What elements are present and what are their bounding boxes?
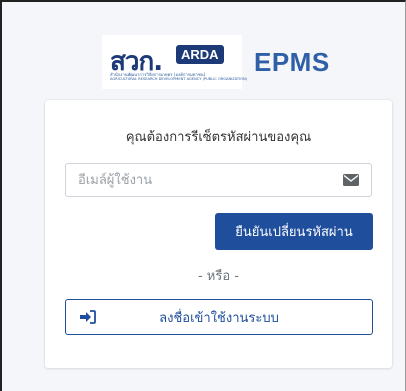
- logo-badge: ARDA: [176, 45, 224, 64]
- email-field[interactable]: [66, 164, 343, 196]
- sign-in-icon: [80, 310, 96, 324]
- sign-in-label: ลงชื่อเข้าใช้งานระบบ: [159, 310, 279, 326]
- reset-password-card: คุณต้องการรีเซ็ตรหัสผ่านของคุณ ยืนยันเปล…: [45, 100, 392, 368]
- envelope-icon: [343, 174, 359, 186]
- page-frame: สวก. ARDA สำนักงานพัฒนาการวิจัยการเกษตร …: [0, 0, 406, 391]
- logo-subtitle-english: AGRICULTURAL RESEARCH DEVELOPMENT AGENCY…: [110, 77, 248, 81]
- header: สวก. ARDA สำนักงานพัฒนาการวิจัยการเกษตร …: [102, 35, 330, 89]
- sign-in-button[interactable]: ลงชื่อเข้าใช้งานระบบ: [65, 299, 373, 335]
- email-field-wrapper: [65, 163, 372, 197]
- or-divider: - หรือ -: [197, 269, 239, 284]
- confirm-reset-button[interactable]: ยืนยันเปลี่ยนรหัสผ่าน: [215, 213, 373, 250]
- reset-prompt: คุณต้องการรีเซ็ตรหัสผ่านของคุณ: [125, 130, 312, 145]
- arda-logo: สวก. ARDA สำนักงานพัฒนาการวิจัยการเกษตร …: [102, 35, 247, 89]
- app-title: EPMS: [254, 46, 330, 77]
